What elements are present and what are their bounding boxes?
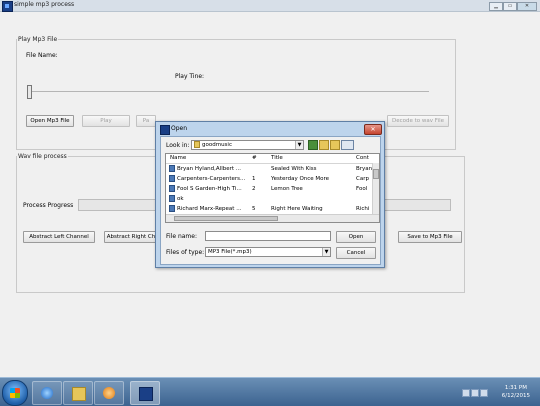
wav-group-legend: Wav file process	[18, 153, 67, 160]
horizontal-scroll-thumb[interactable]	[174, 216, 278, 221]
track-number: 1	[252, 176, 256, 182]
open-dialog: Open ✕ Look in: goodmusic ▼ Name # Title…	[155, 121, 385, 268]
open-mp3-button[interactable]: Open Mp3 File	[26, 115, 74, 127]
files-of-type-label: Files of type:	[166, 249, 205, 256]
audio-file-icon	[169, 195, 175, 202]
file-list-horizontal-scrollbar[interactable]	[166, 214, 379, 222]
volume-icon[interactable]	[480, 389, 488, 397]
process-progress-label: Process Progress	[23, 202, 74, 209]
track-title: Sealed With Kiss	[271, 166, 317, 172]
track-number: 2	[252, 186, 256, 192]
internet-explorer-icon	[41, 387, 53, 399]
track-number: 5	[252, 206, 256, 212]
chevron-down-icon: ▼	[295, 141, 303, 149]
new-folder-icon[interactable]	[330, 140, 340, 150]
column-contributing-artists[interactable]: Cont	[356, 155, 369, 161]
track-title: Lemon Tree	[271, 186, 303, 192]
open-button[interactable]: Open	[336, 231, 376, 243]
up-folder-icon[interactable]	[319, 140, 329, 150]
taskbar: 1:31 PM 6/12/2015	[0, 377, 540, 406]
chevron-down-icon: ▼	[322, 248, 330, 256]
file-list[interactable]: Name # Title Cont Bryan Hyland,Allbert .…	[165, 153, 380, 223]
view-menu-icon[interactable]	[341, 140, 354, 150]
list-item[interactable]: Fool S Garden-High Ti... 2 Lemon Tree Fo…	[166, 184, 373, 194]
audio-file-icon	[169, 175, 175, 182]
window-title: simple mp3 process	[14, 1, 75, 8]
maximize-button[interactable]: ▭	[503, 2, 517, 11]
track-artist: Carp	[356, 176, 369, 182]
audio-file-icon	[169, 185, 175, 192]
track-artist: Fool	[356, 186, 368, 192]
clock-date: 6/12/2015	[501, 393, 530, 399]
file-name: Bryan Hyland,Allbert ...	[177, 166, 242, 172]
media-player-icon	[103, 387, 115, 399]
track-artist: Richi	[356, 206, 370, 212]
close-button[interactable]: ✕	[517, 2, 537, 11]
pause-button[interactable]: Pa	[136, 115, 156, 127]
vertical-scroll-thumb[interactable]	[373, 169, 379, 179]
files-of-type-dropdown[interactable]: MP3 File(*.mp3) ▼	[205, 247, 331, 257]
file-name-input[interactable]	[205, 231, 331, 241]
folder-icon	[194, 141, 200, 148]
files-of-type-value: MP3 File(*.mp3)	[208, 249, 252, 255]
taskbar-explorer[interactable]	[63, 381, 93, 405]
play-group-legend: Play Mp3 File	[18, 36, 58, 43]
list-item[interactable]: Bryan Hyland,Allbert ... Sealed With Kis…	[166, 164, 373, 174]
look-in-dropdown[interactable]: goodmusic ▼	[191, 140, 304, 150]
audio-file-icon	[169, 205, 175, 212]
track-title: Right Here Waiting	[271, 206, 323, 212]
list-item[interactable]: ok	[166, 194, 373, 204]
dialog-app-icon	[160, 125, 170, 135]
dialog-close-button[interactable]: ✕	[364, 124, 382, 135]
flag-icon[interactable]	[462, 389, 470, 397]
dialog-title: Open	[171, 125, 188, 132]
folder-icon	[72, 387, 86, 401]
minimize-button[interactable]: ▁	[489, 2, 503, 11]
clock[interactable]: 1:31 PM 6/12/2015	[502, 384, 530, 400]
dialog-body: Look in: goodmusic ▼ Name # Title Cont B…	[160, 136, 381, 265]
save-to-mp3-button[interactable]: Save to Mp3 File	[398, 231, 462, 243]
file-name: Fool S Garden-High Ti...	[177, 186, 242, 192]
app-icon	[2, 1, 13, 12]
seek-slider-thumb[interactable]	[27, 85, 32, 99]
cancel-button[interactable]: Cancel	[336, 247, 376, 259]
taskbar-simple-mp3[interactable]	[130, 381, 160, 405]
seek-slider-track[interactable]	[27, 91, 429, 92]
abstract-left-channel-button[interactable]: Abstract Left Channel	[23, 231, 95, 243]
decode-to-wav-button[interactable]: Decode to wav File	[387, 115, 449, 127]
app-icon	[139, 387, 153, 401]
system-tray: 1:31 PM 6/12/2015	[460, 378, 540, 406]
column-name[interactable]: Name	[170, 155, 186, 161]
look-in-value: goodmusic	[202, 142, 232, 148]
play-time-label: Play Tine:	[175, 73, 205, 80]
list-item[interactable]: Carpenters-Carpenters... 1 Yesterday Onc…	[166, 174, 373, 184]
abstract-right-channel-button[interactable]: Abstract Right Ch	[104, 231, 158, 243]
track-title: Yesterday Once More	[271, 176, 330, 182]
file-name-label: File Name:	[26, 52, 58, 59]
file-name-label: File name:	[166, 233, 197, 240]
taskbar-ie[interactable]	[32, 381, 62, 405]
window-title-bar: simple mp3 process ▁ ▭ ✕	[0, 0, 540, 12]
file-name: Carpenters-Carpenters...	[177, 176, 246, 182]
play-button[interactable]: Play	[82, 115, 130, 127]
list-item[interactable]: Richard Marx-Repeat ... 5 Right Here Wai…	[166, 204, 373, 214]
file-name: ok	[177, 196, 184, 202]
file-list-header: Name # Title Cont	[166, 154, 373, 164]
file-name: Richard Marx-Repeat ...	[177, 206, 242, 212]
track-artist: Bryan	[356, 166, 373, 172]
back-icon[interactable]	[308, 140, 318, 150]
file-list-vertical-scrollbar[interactable]	[372, 163, 379, 214]
look-in-label: Look in:	[166, 142, 190, 149]
clock-time: 1:31 PM	[504, 385, 527, 391]
taskbar-media-player[interactable]	[94, 381, 124, 405]
start-button[interactable]	[2, 380, 28, 406]
column-number[interactable]: #	[252, 155, 257, 161]
audio-file-icon	[169, 165, 175, 172]
column-title[interactable]: Title	[271, 155, 283, 161]
network-icon[interactable]	[471, 389, 479, 397]
